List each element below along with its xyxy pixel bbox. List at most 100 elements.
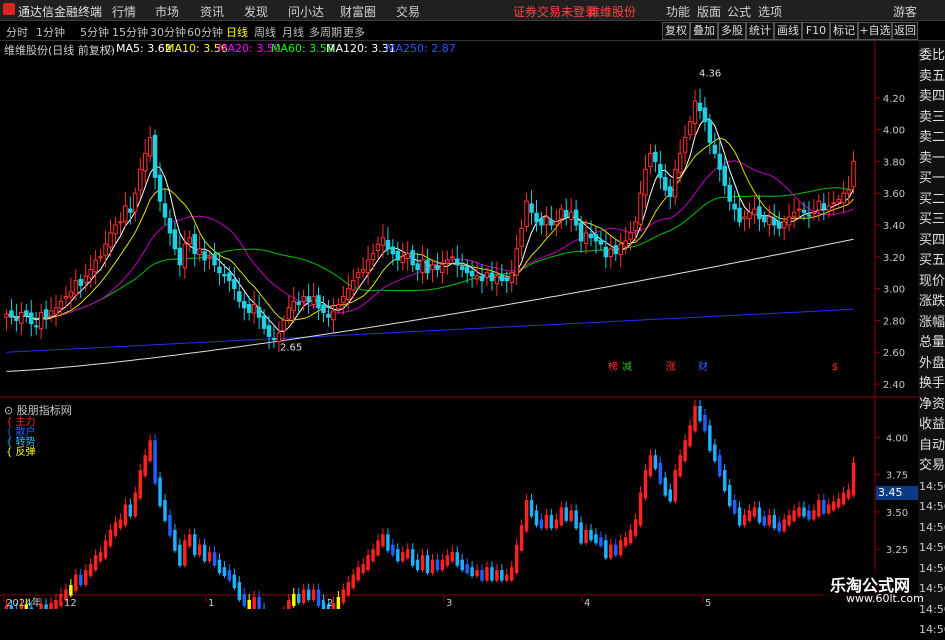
sub-bar (713, 445, 716, 461)
sub-bar (247, 600, 250, 609)
candle-body (347, 289, 350, 300)
candle-body (39, 312, 42, 328)
candle-body (114, 225, 117, 234)
sub-bar (550, 515, 553, 528)
candle-body (317, 296, 320, 308)
side-item[interactable]: 14:56 (919, 496, 945, 517)
candle-body (223, 275, 226, 276)
side-item: 净资 (919, 394, 945, 415)
candle-body (441, 265, 444, 273)
sub-bar (787, 515, 790, 525)
candle-body (302, 297, 305, 302)
sub-bar (589, 530, 592, 540)
sub-bar (594, 534, 597, 543)
candle-body (540, 219, 543, 225)
price-tick-label: 2.60 (883, 348, 905, 359)
side-item: 买一 (919, 168, 945, 189)
sub-bar (148, 440, 151, 461)
candle-body (342, 297, 345, 303)
candle-body (84, 276, 87, 283)
sub-bar (178, 545, 181, 566)
sub-bar (837, 498, 840, 507)
sub-bar (555, 519, 558, 528)
side-item[interactable]: 交易 (919, 455, 945, 476)
side-item: 卖一 (919, 148, 945, 169)
candle-body (148, 138, 151, 157)
candle-body (213, 254, 216, 264)
candle-body (812, 212, 815, 213)
sub-bar (753, 507, 756, 516)
side-item[interactable]: 14:56 (919, 619, 945, 640)
sub-bar (659, 463, 662, 484)
candle-body (584, 233, 587, 244)
candle-body (247, 305, 250, 313)
sub-bar (119, 519, 122, 528)
sub-tick-label: 3.25 (886, 545, 908, 556)
sub-bar (143, 455, 146, 476)
candle-body (688, 122, 691, 135)
side-item[interactable]: 14:56 (919, 537, 945, 558)
candle-body (401, 257, 404, 263)
candle-body (233, 280, 236, 289)
sub-bar (416, 560, 419, 570)
candle-body (693, 101, 696, 124)
candle-body (183, 244, 186, 268)
sub-bar (193, 534, 196, 555)
side-item[interactable]: 14:56 (919, 476, 945, 497)
sub-bar (366, 555, 369, 570)
side-item[interactable]: 14:56 (919, 558, 945, 579)
sub-bar (758, 507, 761, 522)
side-item: 卖三 (919, 107, 945, 128)
sub-bar (114, 522, 117, 535)
side-item: 买二 (919, 189, 945, 210)
price-tick-label: 3.40 (883, 221, 905, 232)
candle-body (733, 204, 736, 209)
candle-body (525, 201, 528, 226)
sub-bar (104, 540, 107, 558)
sub-bar (480, 570, 483, 580)
side-item: 现价 (919, 271, 945, 292)
sub-bar (827, 504, 830, 513)
sub-bar (74, 575, 77, 591)
candle-body (470, 271, 473, 275)
candle-body (777, 222, 780, 228)
sub-bar (99, 552, 102, 561)
candle-body (490, 273, 493, 281)
candle-body (74, 281, 77, 295)
candle-body (178, 248, 181, 265)
candle-body (203, 252, 206, 260)
event-mark: 减 (622, 361, 632, 373)
sub-bar (460, 560, 463, 570)
sub-bar (208, 552, 211, 561)
candle-body (609, 249, 612, 257)
sub-bar (510, 567, 513, 580)
side-item: 卖四 (919, 86, 945, 107)
candle-body (495, 276, 498, 284)
side-item[interactable]: 14:56 (919, 517, 945, 538)
sub-bar (302, 590, 305, 603)
ma10-line (7, 138, 854, 321)
candle-body (322, 305, 325, 313)
candle-body (129, 209, 132, 212)
sub-bar (569, 510, 572, 520)
candle-body (386, 240, 389, 248)
sub-bar (520, 525, 523, 550)
candle-body (376, 244, 379, 250)
sub-bar (69, 585, 72, 595)
sub-bar (257, 597, 260, 609)
candle-body (436, 266, 439, 270)
sub-bar (530, 500, 533, 516)
sub-bar (396, 549, 399, 561)
kline-chart[interactable]: 4.204.003.803.603.403.203.002.802.602.40… (0, 0, 918, 609)
sub-bar (564, 507, 567, 520)
candle-body (728, 185, 731, 201)
candle-body (659, 164, 662, 177)
candle-body (228, 273, 231, 281)
side-item[interactable]: 自动 (919, 435, 945, 456)
candle-body (272, 338, 275, 339)
sub-bar (797, 507, 800, 516)
sub-bar (342, 590, 345, 603)
candle-body (361, 270, 364, 273)
candle-body (748, 212, 751, 218)
sub-bar (792, 510, 795, 520)
